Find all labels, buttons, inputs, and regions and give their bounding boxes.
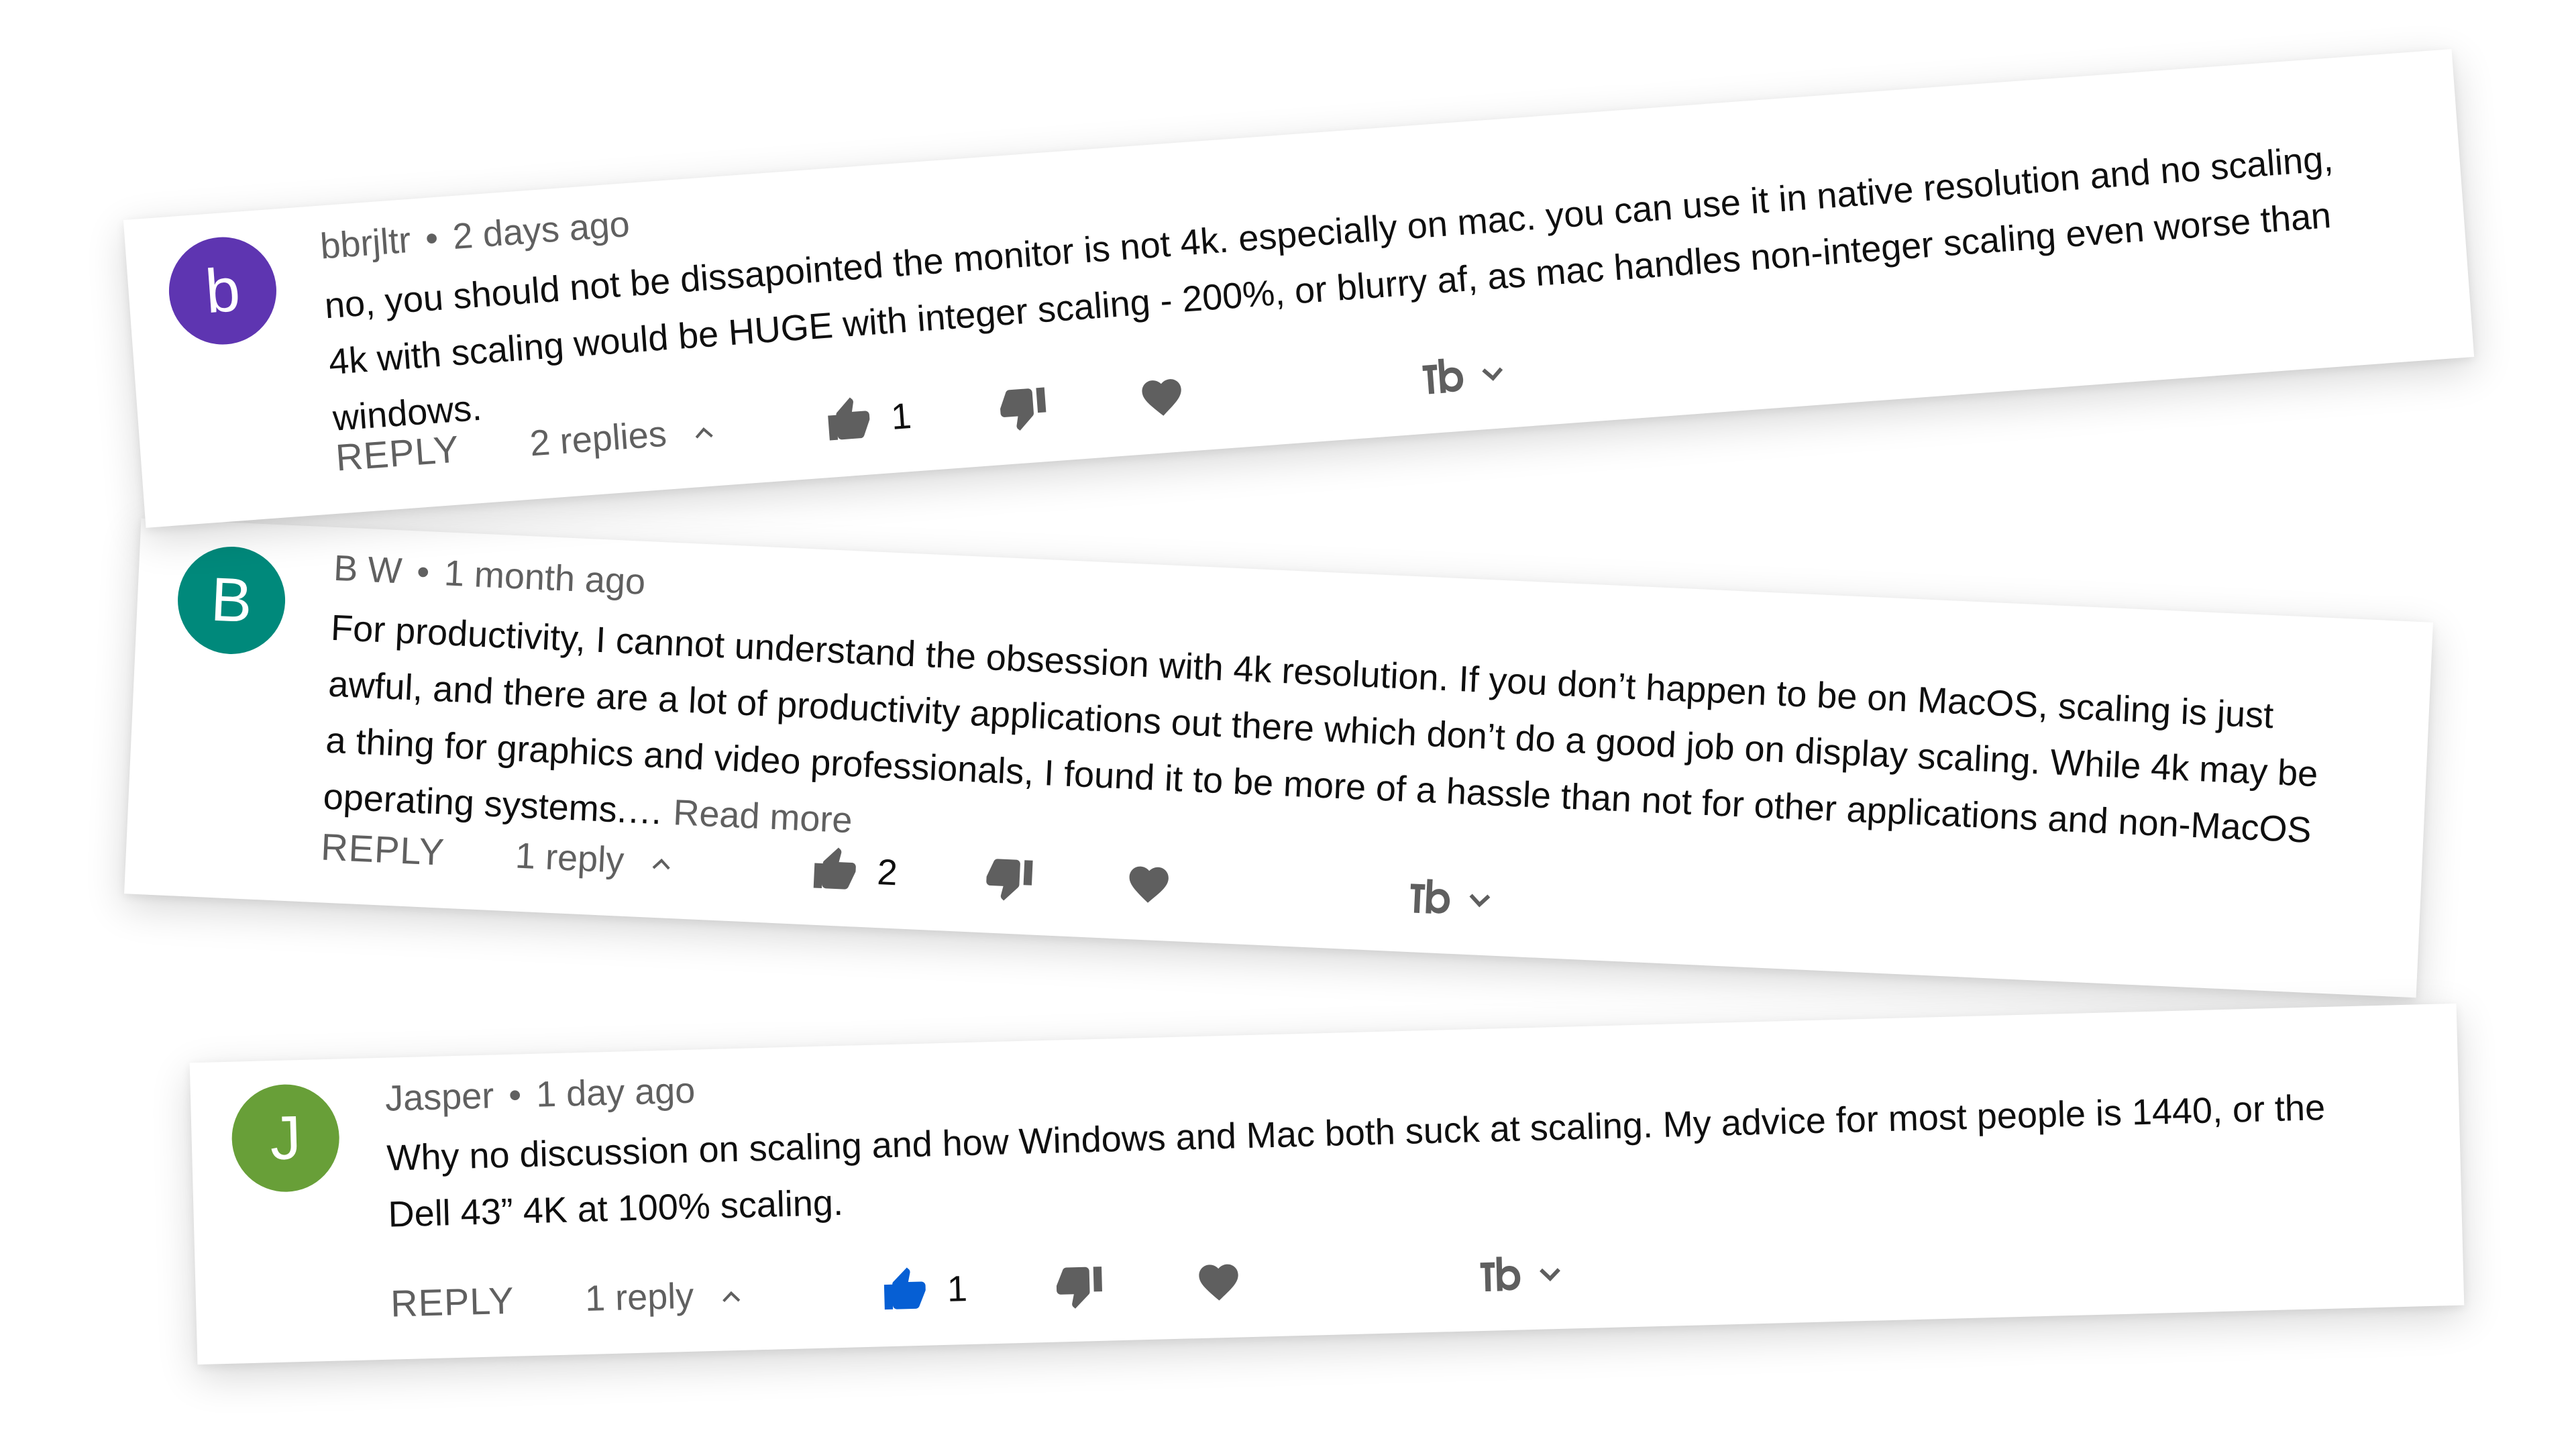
- meta-separator: •: [415, 551, 431, 593]
- heart-button[interactable]: [1195, 1251, 1243, 1313]
- thumb-up-icon: [883, 1267, 926, 1310]
- chevron-down-icon: [1540, 1268, 1560, 1281]
- comment-body: For productivity, I cannot understand th…: [322, 607, 2319, 851]
- heart-button[interactable]: [1124, 853, 1173, 916]
- thumb-down-icon: [1000, 387, 1046, 431]
- author-name[interactable]: bbrjltr: [319, 220, 412, 267]
- dislike-button[interactable]: [983, 847, 1035, 909]
- dislike-button[interactable]: [1054, 1255, 1105, 1317]
- meta-separator: •: [508, 1075, 522, 1116]
- reply-button[interactable]: REPLY: [333, 419, 462, 488]
- reply-button[interactable]: REPLY: [319, 816, 445, 882]
- like-button[interactable]: 1: [879, 1258, 968, 1322]
- author-name[interactable]: Jasper: [384, 1075, 494, 1118]
- comment-header: B W • 1 month ago: [333, 547, 646, 603]
- extension-menu-button[interactable]: [1476, 1243, 1566, 1305]
- chevron-down-icon: [1482, 367, 1503, 381]
- author-name[interactable]: B W: [333, 548, 403, 592]
- like-count: 2: [876, 852, 899, 894]
- chevron-up-icon: [722, 1291, 741, 1302]
- heart-icon: [1129, 866, 1169, 903]
- thumb-up-icon: [813, 847, 856, 890]
- avatar[interactable]: B: [175, 544, 288, 657]
- tb-extension-icon: [1422, 358, 1464, 394]
- heart-icon: [1199, 1264, 1238, 1301]
- like-button[interactable]: 2: [809, 839, 899, 904]
- like-count: 1: [947, 1269, 968, 1309]
- thumb-down-icon: [986, 859, 1033, 901]
- comment-card: b bbrjltr • 2 days ago no, you should not …: [123, 49, 2475, 528]
- like-button[interactable]: 1: [822, 386, 913, 453]
- comment-card: J Jasper • 1 day ago Why no discussion on …: [189, 1003, 2465, 1365]
- replies-toggle[interactable]: 1 reply: [584, 1265, 745, 1329]
- replies-count: 1 reply: [514, 835, 625, 881]
- replies-count: 1 reply: [584, 1275, 694, 1319]
- thumb-up-icon: [828, 397, 870, 441]
- chevron-down-icon: [1469, 894, 1491, 908]
- avatar[interactable]: b: [165, 233, 280, 349]
- tb-extension-icon: [1480, 1256, 1521, 1291]
- chevron-up-icon: [652, 858, 670, 870]
- reply-button[interactable]: REPLY: [390, 1271, 515, 1334]
- thumb-down-icon: [1056, 1266, 1102, 1309]
- replies-toggle[interactable]: 1 reply: [514, 826, 676, 894]
- comment-header: bbrjltr • 2 days ago: [319, 203, 631, 268]
- comment-actions: REPLY 1 reply 1: [390, 1222, 2363, 1334]
- dislike-button[interactable]: [996, 376, 1050, 439]
- chevron-up-icon: [695, 427, 713, 439]
- avatar[interactable]: J: [230, 1083, 341, 1193]
- extension-menu-button[interactable]: [1417, 342, 1510, 409]
- replies-toggle[interactable]: 2 replies: [528, 400, 720, 474]
- comment-time[interactable]: 1 day ago: [535, 1071, 696, 1115]
- comment-card: B B W • 1 month ago For productivity, I ca…: [124, 518, 2433, 998]
- comment-time[interactable]: 2 days ago: [451, 204, 631, 257]
- comment-time[interactable]: 1 month ago: [443, 553, 647, 602]
- extension-menu-button[interactable]: [1405, 866, 1497, 930]
- tb-extension-icon: [1410, 879, 1450, 914]
- like-count: 1: [890, 395, 913, 437]
- heart-icon: [1142, 378, 1181, 416]
- replies-count: 2 replies: [528, 413, 668, 464]
- comment-header: Jasper • 1 day ago: [384, 1070, 696, 1120]
- meta-separator: •: [423, 217, 440, 260]
- heart-button[interactable]: [1136, 366, 1187, 429]
